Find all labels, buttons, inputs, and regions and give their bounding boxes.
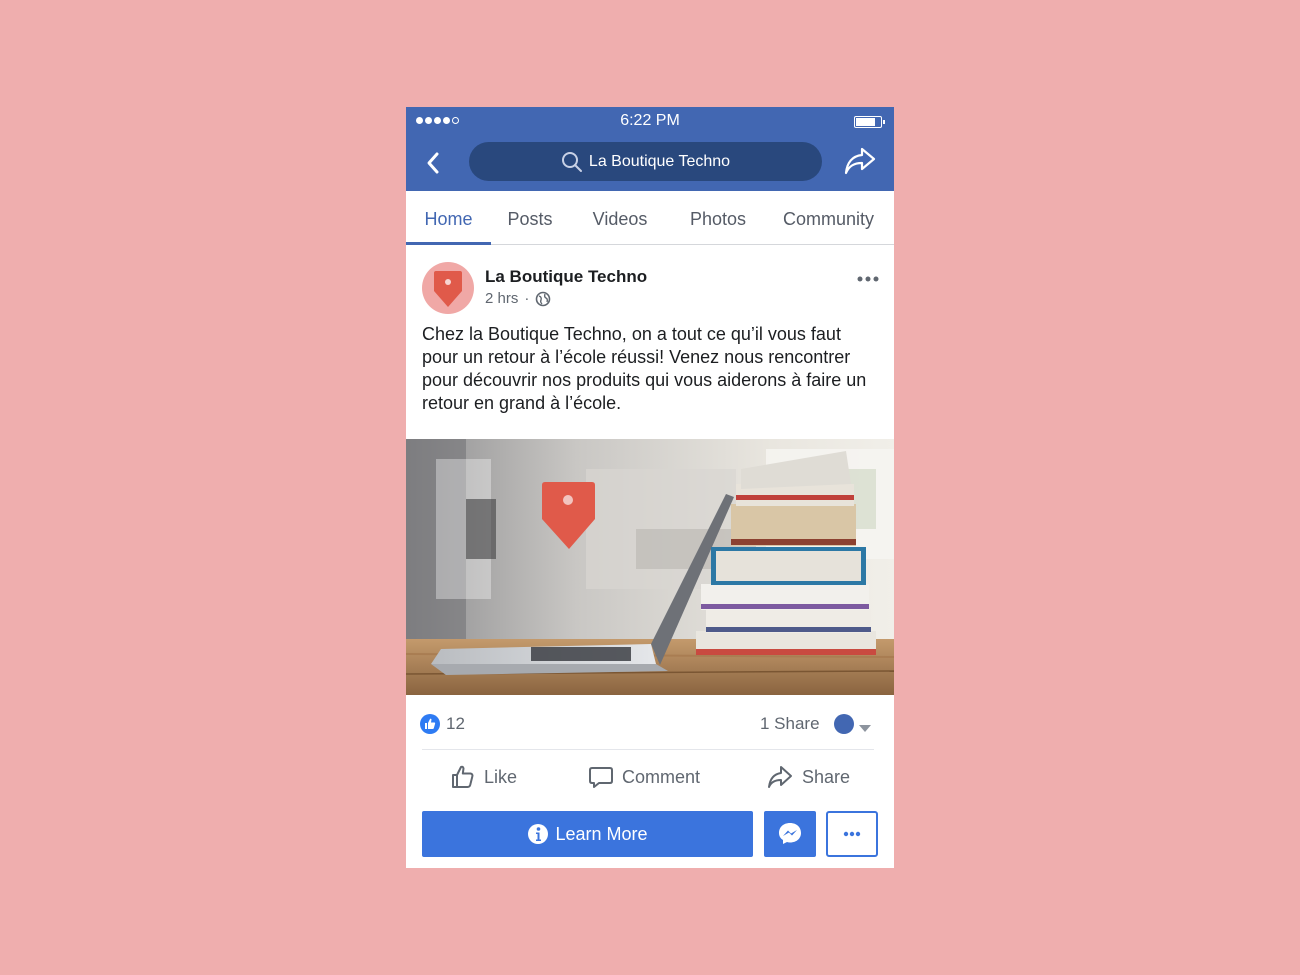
share-label: Share [802,766,851,787]
tab-videos[interactable]: Videos [581,191,659,245]
comment-icon [589,767,613,788]
location-pin-logo-icon [434,271,462,307]
share-page-button[interactable] [842,144,878,178]
globe-icon [536,291,551,306]
action-divider [422,749,874,750]
page-name[interactable]: La Boutique Techno [485,267,647,287]
share-arrow-icon [844,147,876,175]
search-text: La Boutique Techno [588,152,731,170]
search-bar[interactable]: La Boutique Techno [469,142,822,181]
like-label: Like [484,766,518,787]
comment-label: Comment [622,766,701,787]
messenger-icon [779,823,801,844]
like-count[interactable]: 12 [446,714,465,734]
audience-dropdown[interactable] [859,720,871,738]
messenger-button[interactable] [764,811,816,857]
status-bar: 6:22 PM [406,107,894,135]
more-dots-icon [857,276,879,282]
back-button[interactable] [422,149,446,177]
like-icon [452,765,474,788]
tab-photos[interactable]: Photos [677,191,759,245]
more-dots-icon [843,831,861,837]
tab-posts[interactable]: Posts [496,191,564,245]
battery-icon [854,116,885,128]
thumbs-up-icon [425,718,436,729]
tab-community[interactable]: Community [776,191,881,245]
top-navbar: La Boutique Techno [406,135,894,191]
laptop-books-photo [406,439,894,695]
viewer-avatar[interactable] [834,714,854,734]
comment-button[interactable]: Comment [588,761,700,793]
page-avatar[interactable] [422,262,474,314]
chevron-left-icon [427,152,439,174]
phone-frame: 6:22 PM La Boutique Techno Home Posts Vi… [406,107,894,868]
like-button[interactable]: Like [450,761,517,793]
post-text: Chez la Boutique Techno, on a tout ce qu… [422,324,867,413]
page-tabs: Home Posts Videos Photos Community [406,191,894,245]
more-actions-button[interactable] [826,811,878,857]
share-count[interactable]: 1 Share [760,714,820,734]
learn-more-label: Learn More [555,823,648,844]
share-icon [768,766,792,788]
tab-home[interactable]: Home [406,191,491,245]
search-icon [561,151,582,172]
post-meta: 2 hrs · [485,290,551,307]
post-time: 2 hrs [485,290,519,307]
post-options-button[interactable] [854,267,882,287]
active-tab-indicator [406,242,491,245]
learn-more-button[interactable]: Learn More [422,811,753,857]
post-image[interactable] [406,439,894,695]
share-button[interactable]: Share [766,761,850,793]
status-time: 6:22 PM [620,112,680,129]
caret-down-icon [859,725,871,732]
info-icon [528,824,549,844]
meta-separator: · [524,290,530,307]
like-reaction-badge[interactable] [420,714,440,734]
